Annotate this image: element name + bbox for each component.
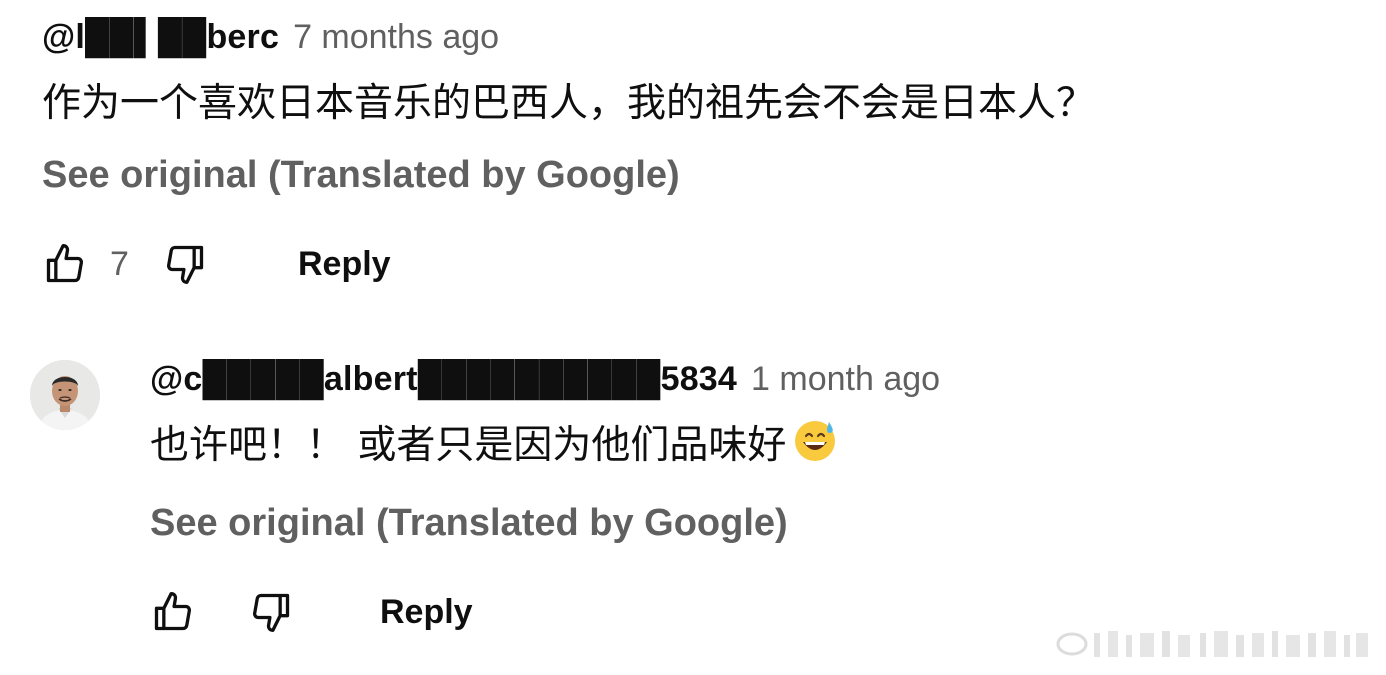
thumbs-up-icon xyxy=(46,244,84,283)
see-original-link[interactable]: See original (Translated by Google) xyxy=(42,146,1342,204)
comment-timestamp[interactable]: 1 month ago xyxy=(751,360,940,399)
like-button[interactable] xyxy=(150,589,196,635)
comment-timestamp[interactable]: 7 months ago xyxy=(293,18,499,57)
like-button[interactable] xyxy=(42,241,88,287)
reply-button[interactable]: Reply xyxy=(298,245,391,284)
avatar-photo xyxy=(30,360,100,430)
comment-author[interactable]: @c█████albert██████████5834 xyxy=(150,360,737,399)
comment-text: 也许吧！！ 或者只是因为他们品味好 xyxy=(150,416,1350,482)
reply-thread: @c█████albert██████████5834 1 month ago … xyxy=(150,360,1350,642)
avatar[interactable] xyxy=(30,360,100,430)
thumbs-up-icon xyxy=(154,592,192,631)
comment-thread: @l██▌██berc 7 months ago 作为一个喜欢日本音乐的巴西人，… xyxy=(42,18,1342,294)
thumbs-down-icon xyxy=(252,593,290,632)
like-count: 7 xyxy=(110,244,129,283)
comment-actions: 7 Reply xyxy=(42,234,1342,294)
thumbs-down-icon xyxy=(166,245,204,284)
comment-text: 作为一个喜欢日本音乐的巴西人，我的祖先会不会是日本人？ xyxy=(42,81,1096,126)
dislike-button[interactable] xyxy=(248,589,294,635)
reply-button[interactable]: Reply xyxy=(380,593,473,632)
comment-header: @c█████albert██████████5834 1 month ago xyxy=(150,360,1350,416)
grinning-sweat-emoji-icon xyxy=(792,418,838,482)
watermark xyxy=(1054,627,1372,661)
see-original-link[interactable]: See original (Translated by Google) xyxy=(150,494,1350,552)
dislike-button[interactable] xyxy=(162,241,208,287)
comment-header: @l██▌██berc 7 months ago xyxy=(42,18,1342,74)
comment-text-content: 也许吧！！ 或者只是因为他们品味好 xyxy=(150,423,787,468)
comment-author[interactable]: @l██▌██berc xyxy=(42,18,279,57)
